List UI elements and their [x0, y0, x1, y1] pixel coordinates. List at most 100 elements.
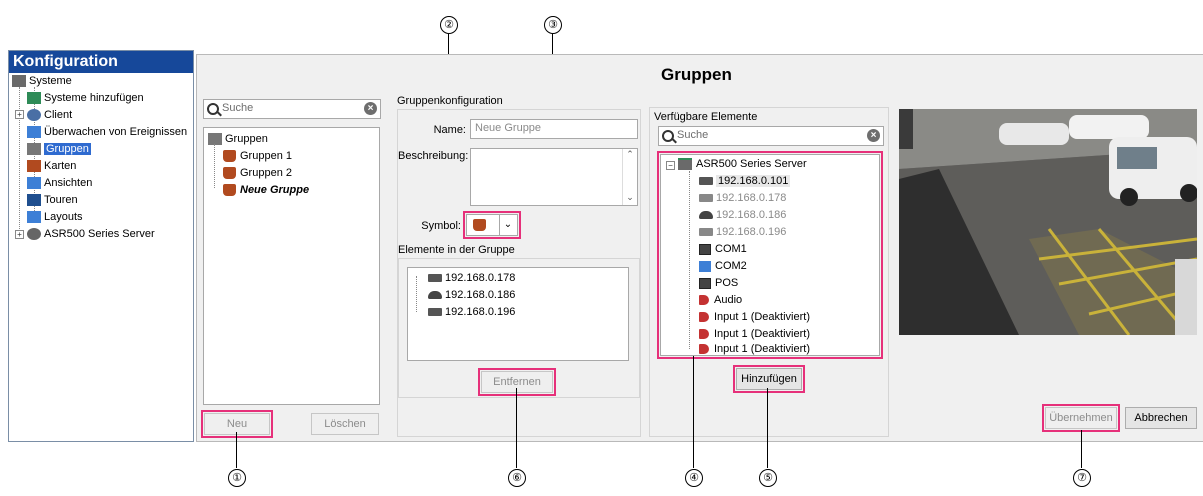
name-field[interactable]: Neue Gruppe	[470, 119, 638, 139]
available-item[interactable]: 192.168.0.178	[699, 190, 786, 206]
server-label: ASR500 Series Server	[696, 158, 807, 171]
com-port-icon	[699, 243, 711, 255]
nav-item-label: Touren	[44, 194, 78, 207]
group-root[interactable]: Gruppen	[208, 131, 268, 147]
nav-item-layouts[interactable]: Layouts	[27, 209, 83, 225]
nav-item-gruppen[interactable]: Gruppen	[27, 141, 91, 157]
event-monitor-icon	[27, 126, 41, 139]
symbol-label: Symbol:	[421, 220, 461, 232]
nav-item-systeme[interactable]: Systeme	[12, 73, 72, 89]
group-symbol-icon	[223, 184, 236, 197]
element-item[interactable]: 192.168.0.196	[428, 304, 515, 320]
description-scrollbar[interactable]: ⌃ ⌄	[622, 149, 637, 205]
expand-icon[interactable]: +	[15, 230, 24, 239]
elements-tree-line	[416, 276, 417, 312]
expand-icon[interactable]: +	[15, 110, 24, 119]
dome-camera-icon	[428, 291, 442, 300]
nav-item-asr500[interactable]: ASR500 Series Server	[27, 226, 155, 242]
available-item[interactable]: COM1	[699, 241, 747, 257]
scroll-down-icon[interactable]: ⌄	[623, 192, 637, 203]
available-item[interactable]: Input 1 (Deaktiviert)	[699, 309, 810, 325]
nav-item-touren[interactable]: Touren	[27, 192, 78, 208]
available-item[interactable]: 192.168.0.186	[699, 207, 786, 223]
remove-button[interactable]: Entfernen	[478, 368, 556, 396]
nav-item-ansichten[interactable]: Ansichten	[27, 175, 92, 191]
available-item-label: 192.168.0.186	[716, 209, 787, 222]
systems-icon	[12, 75, 26, 88]
com-port-icon	[699, 260, 711, 272]
available-item[interactable]: Input 1 (Deaktiviert)	[699, 326, 810, 342]
available-item[interactable]: POS	[699, 275, 738, 291]
config-nav-panel: Konfiguration Systeme Systeme hinzufügen…	[8, 50, 194, 442]
description-label: Beschreibung:	[398, 150, 469, 162]
group-config-title: Gruppenkonfiguration	[397, 95, 503, 107]
element-label: 192.168.0.186	[445, 289, 516, 302]
available-item[interactable]: 192.168.0.196	[699, 224, 786, 240]
group-icon	[208, 133, 222, 146]
camera-icon	[699, 228, 713, 237]
callout-5-line	[767, 388, 768, 468]
add-button[interactable]: Hinzufügen	[733, 365, 805, 393]
nav-item-systeme-hinzufuegen[interactable]: Systeme hinzufügen	[27, 90, 144, 106]
new-button[interactable]: Neu	[201, 410, 273, 438]
collapse-icon[interactable]: −	[666, 161, 675, 170]
camera-icon	[428, 308, 442, 317]
group-item[interactable]: Gruppen 2	[223, 165, 292, 181]
available-item-label: Input 1 (Deaktiviert)	[714, 343, 810, 356]
nav-item-label: Ansichten	[44, 177, 93, 190]
nav-item-ueberwachen[interactable]: Überwachen von Ereignissen	[27, 124, 187, 140]
element-item[interactable]: 192.168.0.178	[428, 270, 515, 286]
nav-item-client[interactable]: Client	[27, 107, 72, 123]
group-item[interactable]: Gruppen 1	[223, 148, 292, 164]
scroll-up-icon[interactable]: ⌃	[623, 149, 637, 160]
camera-icon	[428, 274, 442, 283]
audio-icon	[699, 312, 709, 323]
camera-icon	[699, 177, 713, 186]
pos-icon	[699, 277, 711, 289]
views-icon	[27, 177, 41, 190]
element-item[interactable]: 192.168.0.186	[428, 287, 515, 303]
callout-6-line	[516, 388, 517, 468]
group-tree-line	[214, 144, 215, 188]
server-icon	[27, 228, 41, 241]
nav-item-label: Systeme hinzufügen	[44, 92, 144, 105]
available-item[interactable]: Input 1 (Deaktiviert)	[699, 341, 810, 357]
cancel-button[interactable]: Abbrechen	[1125, 407, 1197, 429]
group-list: Gruppen Gruppen 1 Gruppen 2 Neue Gruppe	[203, 127, 380, 405]
map-icon	[27, 160, 41, 173]
callout-7: ⑦	[1073, 469, 1091, 487]
available-item-label: POS	[715, 277, 739, 290]
search-icon	[207, 103, 219, 115]
callout-3: ③	[544, 16, 562, 34]
clear-search-icon[interactable]: ×	[364, 102, 377, 115]
available-item[interactable]: COM2	[699, 258, 747, 274]
search-placeholder: Suche	[222, 102, 254, 114]
delete-button[interactable]: Löschen	[311, 413, 379, 435]
available-item-label: 192.168.0.196	[716, 226, 787, 239]
available-item-label: COM2	[715, 260, 747, 273]
clear-search-icon[interactable]: ×	[867, 129, 880, 142]
chevron-down-icon[interactable]: ⌄	[499, 215, 516, 235]
group-symbol-icon	[223, 150, 236, 163]
available-panel: Verfügbare Elemente Suche × − ASR500 Ser…	[649, 107, 889, 437]
available-item[interactable]: 192.168.0.101	[699, 173, 791, 189]
nav-item-karten[interactable]: Karten	[27, 158, 76, 174]
description-field[interactable]: ⌃ ⌄	[470, 148, 638, 206]
available-item[interactable]: Audio	[699, 292, 742, 308]
server-node[interactable]: ASR500 Series Server	[678, 156, 807, 172]
available-elements-tree: − ASR500 Series Server 192.168.0.101 192…	[657, 151, 883, 359]
symbol-select[interactable]: ⌄	[463, 211, 521, 239]
group-search-input[interactable]: Suche ×	[203, 99, 381, 119]
elements-list: 192.168.0.178 192.168.0.186 192.168.0.19…	[407, 267, 629, 361]
search-icon	[662, 130, 674, 142]
available-item-label: Input 1 (Deaktiviert)	[714, 328, 810, 341]
audio-icon	[699, 344, 709, 355]
group-item-label: Gruppen 1	[240, 150, 292, 163]
apply-button[interactable]: Übernehmen	[1042, 404, 1120, 432]
element-label: 192.168.0.178	[445, 272, 516, 285]
camera-preview	[899, 109, 1197, 335]
group-item-new[interactable]: Neue Gruppe	[223, 182, 309, 198]
page-title: Gruppen	[661, 65, 732, 84]
tours-icon	[27, 194, 41, 207]
available-search-input[interactable]: Suche ×	[658, 126, 884, 146]
